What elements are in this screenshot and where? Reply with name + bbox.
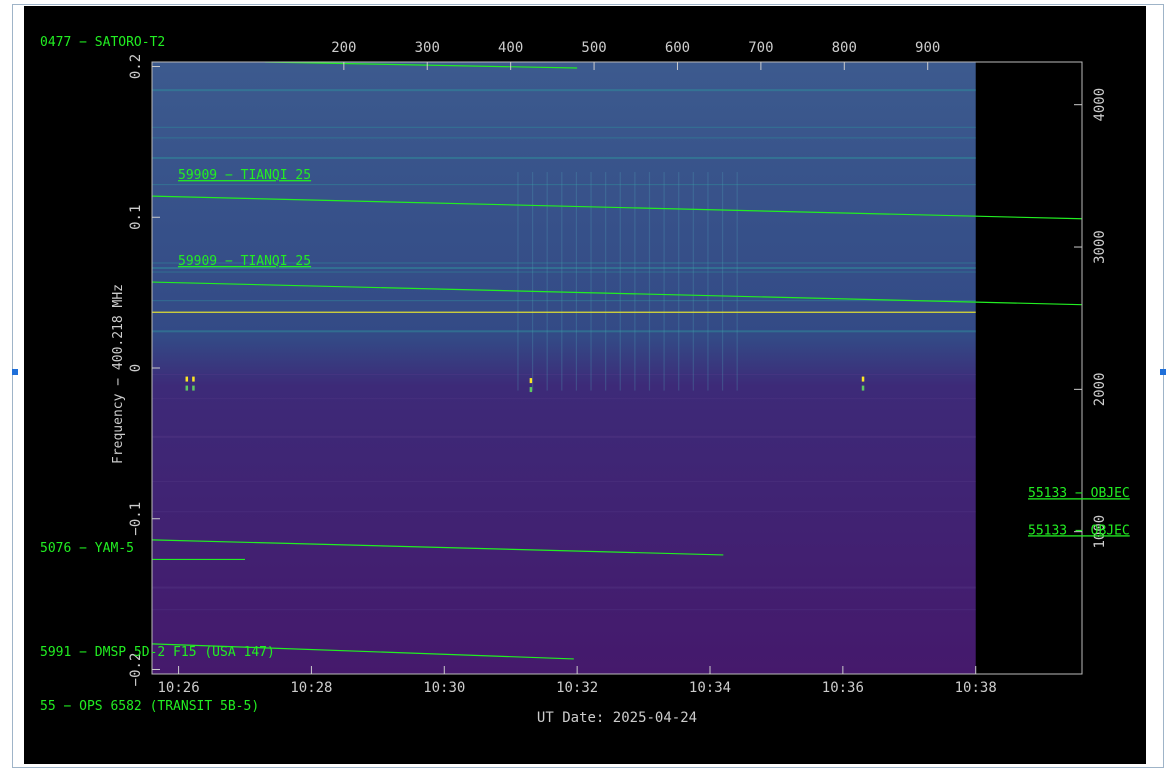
right-resize-handle[interactable]	[1160, 369, 1166, 375]
x-tick-label: 10:38	[955, 680, 997, 696]
spectral-band	[152, 374, 976, 376]
striation-line	[707, 172, 709, 391]
signal-burst	[529, 387, 533, 393]
y-tick-label: −0.1	[128, 502, 144, 536]
spectral-band	[152, 300, 976, 302]
striation-line	[678, 172, 680, 391]
spectrogram-image	[152, 62, 976, 674]
track-label: 59909 − TIANQI 25	[178, 254, 311, 269]
y-axis-label: Frequency − 400.218 MHz	[111, 284, 126, 464]
spectral-band	[152, 89, 976, 92]
striation-line	[619, 172, 621, 391]
top-tick-label: 600	[665, 40, 690, 56]
right-tick-label: 3000	[1092, 230, 1108, 264]
x-tick-label: 10:28	[290, 680, 332, 696]
striation-line	[721, 172, 724, 391]
spectral-band	[152, 609, 976, 611]
striation-line	[736, 172, 738, 391]
striation-line	[590, 172, 592, 391]
spectral-band	[152, 137, 976, 139]
right-tick-label: 2000	[1092, 372, 1108, 406]
x-tick-label: 10:36	[822, 680, 864, 696]
x-tick-label: 10:26	[157, 680, 199, 696]
top-tick-label: 800	[832, 40, 857, 56]
top-tick-label: 300	[415, 40, 440, 56]
signal-burst	[192, 385, 195, 391]
striation-line	[546, 172, 548, 391]
signal-burst	[185, 376, 189, 382]
top-tick-label: 500	[581, 40, 606, 56]
x-tick-label: 10:34	[689, 680, 731, 696]
striation-line	[692, 172, 694, 391]
spectral-band	[152, 398, 976, 400]
track-label: 5991 − DMSP 5D-2 F15 (USA 147)	[40, 645, 275, 660]
track-label: 5076 − YAM-5	[40, 541, 134, 556]
spectral-band	[152, 481, 976, 483]
striation-line	[561, 172, 563, 391]
track-label: 55133 − OBJEC	[1028, 523, 1130, 538]
plot-area	[152, 62, 1082, 674]
striation-line	[634, 172, 636, 391]
top-tick-label: 200	[331, 40, 356, 56]
top-tick-label: 400	[498, 40, 523, 56]
track-label: 59909 − TIANQI 25	[178, 168, 311, 183]
spectral-band	[152, 435, 976, 438]
signal-burst	[192, 376, 195, 382]
x-tick-label: 10:30	[423, 680, 465, 696]
signal-burst	[861, 385, 865, 391]
striation-line	[663, 172, 665, 391]
spectral-band	[152, 184, 976, 186]
spectral-band	[152, 156, 976, 159]
top-tick-label: 700	[748, 40, 773, 56]
top-tick-label: 900	[915, 40, 940, 56]
signal-burst	[861, 376, 865, 382]
y-tick-label: 0.1	[128, 205, 144, 230]
spectral-band	[152, 511, 976, 513]
striation-line	[575, 172, 578, 391]
track-label: 55133 − OBJEC	[1028, 486, 1130, 501]
striation-line	[648, 172, 651, 391]
waterfall-chart: 10:26 10:28 10:30 10:32 10:34 10:36 10:38 200 30…	[24, 6, 1146, 764]
spectral-band	[152, 586, 976, 589]
x-tick-label: 10:32	[556, 680, 598, 696]
left-resize-handle[interactable]	[12, 369, 18, 375]
x-axis-label: UT Date: 2025-04-24	[537, 710, 697, 726]
track-label: 55 − OPS 6582 (TRANSIT 5B-5)	[40, 699, 259, 714]
right-tick-label: 4000	[1092, 88, 1108, 122]
striation-line	[605, 172, 607, 391]
spectral-band	[152, 271, 976, 273]
y-tick-label: 0	[128, 364, 144, 372]
signal-burst	[185, 385, 189, 391]
y-tick-label: 0.2	[128, 54, 144, 79]
spectral-band	[152, 330, 976, 333]
signal-burst	[529, 378, 533, 384]
spectral-band	[152, 126, 976, 128]
track-label: 0477 − SATORO-T2	[40, 35, 165, 50]
